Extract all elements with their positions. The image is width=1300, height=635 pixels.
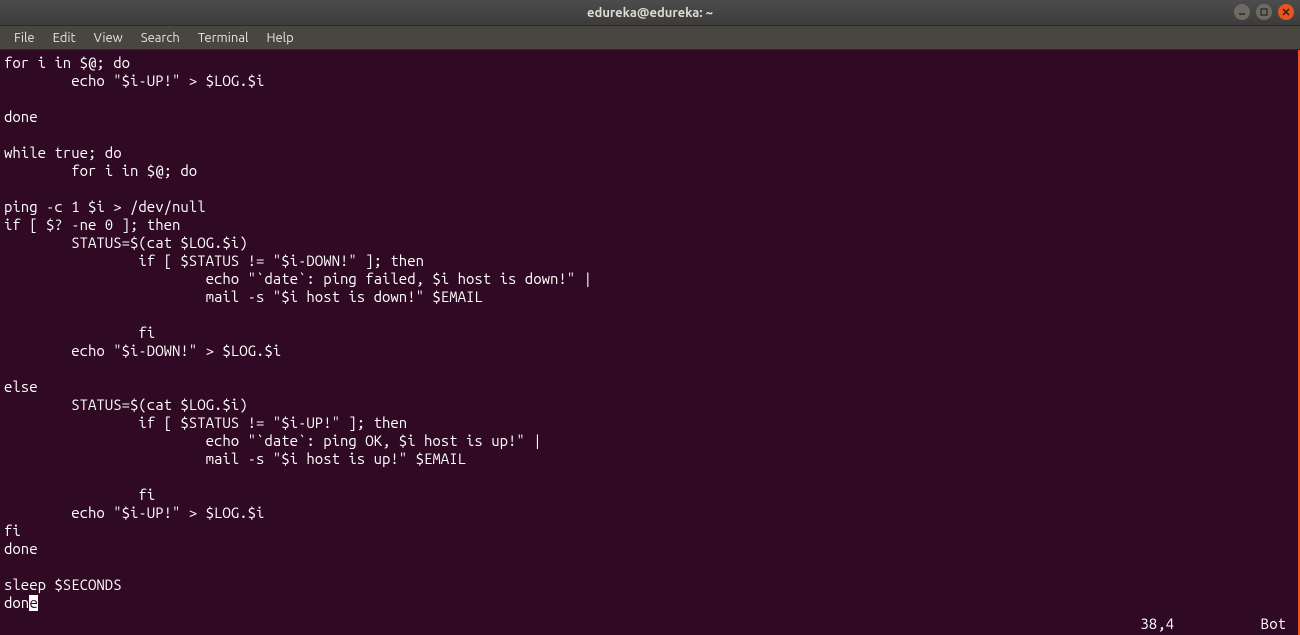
code-line: fi (4, 486, 155, 503)
cursor-position: 38,4 (1140, 615, 1174, 633)
menu-edit[interactable]: Edit (45, 29, 84, 47)
cursor: e (29, 595, 38, 611)
menu-search[interactable]: Search (133, 29, 188, 47)
title-bar: edureka@edureka: ~ (0, 0, 1300, 26)
terminal-area[interactable]: for i in $@; do echo "$i-UP!" > $LOG.$i … (0, 50, 1300, 635)
code-line: done (4, 540, 38, 557)
code-line: fi (4, 522, 21, 539)
vim-status-line: 38,4 Bot (4, 615, 1294, 633)
scroll-indicator: Bot (1261, 615, 1286, 633)
code-line: else (4, 378, 38, 395)
minimize-button[interactable] (1234, 4, 1250, 20)
code-line: STATUS=$(cat $LOG.$i) (4, 234, 248, 251)
window-controls (1234, 4, 1294, 20)
code-line: if [ $STATUS != "$i-UP!" ]; then (4, 414, 407, 431)
code-line: sleep $SECONDS (4, 576, 122, 593)
code-line: fi (4, 324, 155, 341)
code-line: mail -s "$i host is up!" $EMAIL (4, 450, 466, 467)
menu-view[interactable]: View (86, 29, 131, 47)
code-line: echo "$i-UP!" > $LOG.$i (4, 72, 264, 89)
code-line: while true; do (4, 144, 122, 161)
menu-help[interactable]: Help (258, 29, 301, 47)
code-line-partial: don (4, 594, 29, 611)
code-line: echo "$i-UP!" > $LOG.$i (4, 504, 264, 521)
code-line: echo "`date`: ping failed, $i host is do… (4, 270, 592, 287)
code-line: STATUS=$(cat $LOG.$i) (4, 396, 248, 413)
code-line: for i in $@; do (4, 54, 130, 71)
menu-bar: File Edit View Search Terminal Help (0, 26, 1300, 50)
close-button[interactable] (1278, 4, 1294, 20)
maximize-button[interactable] (1256, 4, 1272, 20)
code-line: done (4, 108, 38, 125)
code-line: for i in $@; do (4, 162, 197, 179)
terminal-content: for i in $@; do echo "$i-UP!" > $LOG.$i … (4, 54, 1294, 612)
window-title: edureka@edureka: ~ (587, 6, 713, 20)
code-line: echo "$i-DOWN!" > $LOG.$i (4, 342, 281, 359)
code-line: echo "`date`: ping OK, $i host is up!" | (4, 432, 542, 449)
code-line: mail -s "$i host is down!" $EMAIL (4, 288, 483, 305)
menu-file[interactable]: File (6, 29, 43, 47)
menu-terminal[interactable]: Terminal (190, 29, 257, 47)
code-line: if [ $STATUS != "$i-DOWN!" ]; then (4, 252, 424, 269)
code-line: if [ $? -ne 0 ]; then (4, 216, 180, 233)
code-line: ping -c 1 $i > /dev/null (4, 198, 206, 215)
